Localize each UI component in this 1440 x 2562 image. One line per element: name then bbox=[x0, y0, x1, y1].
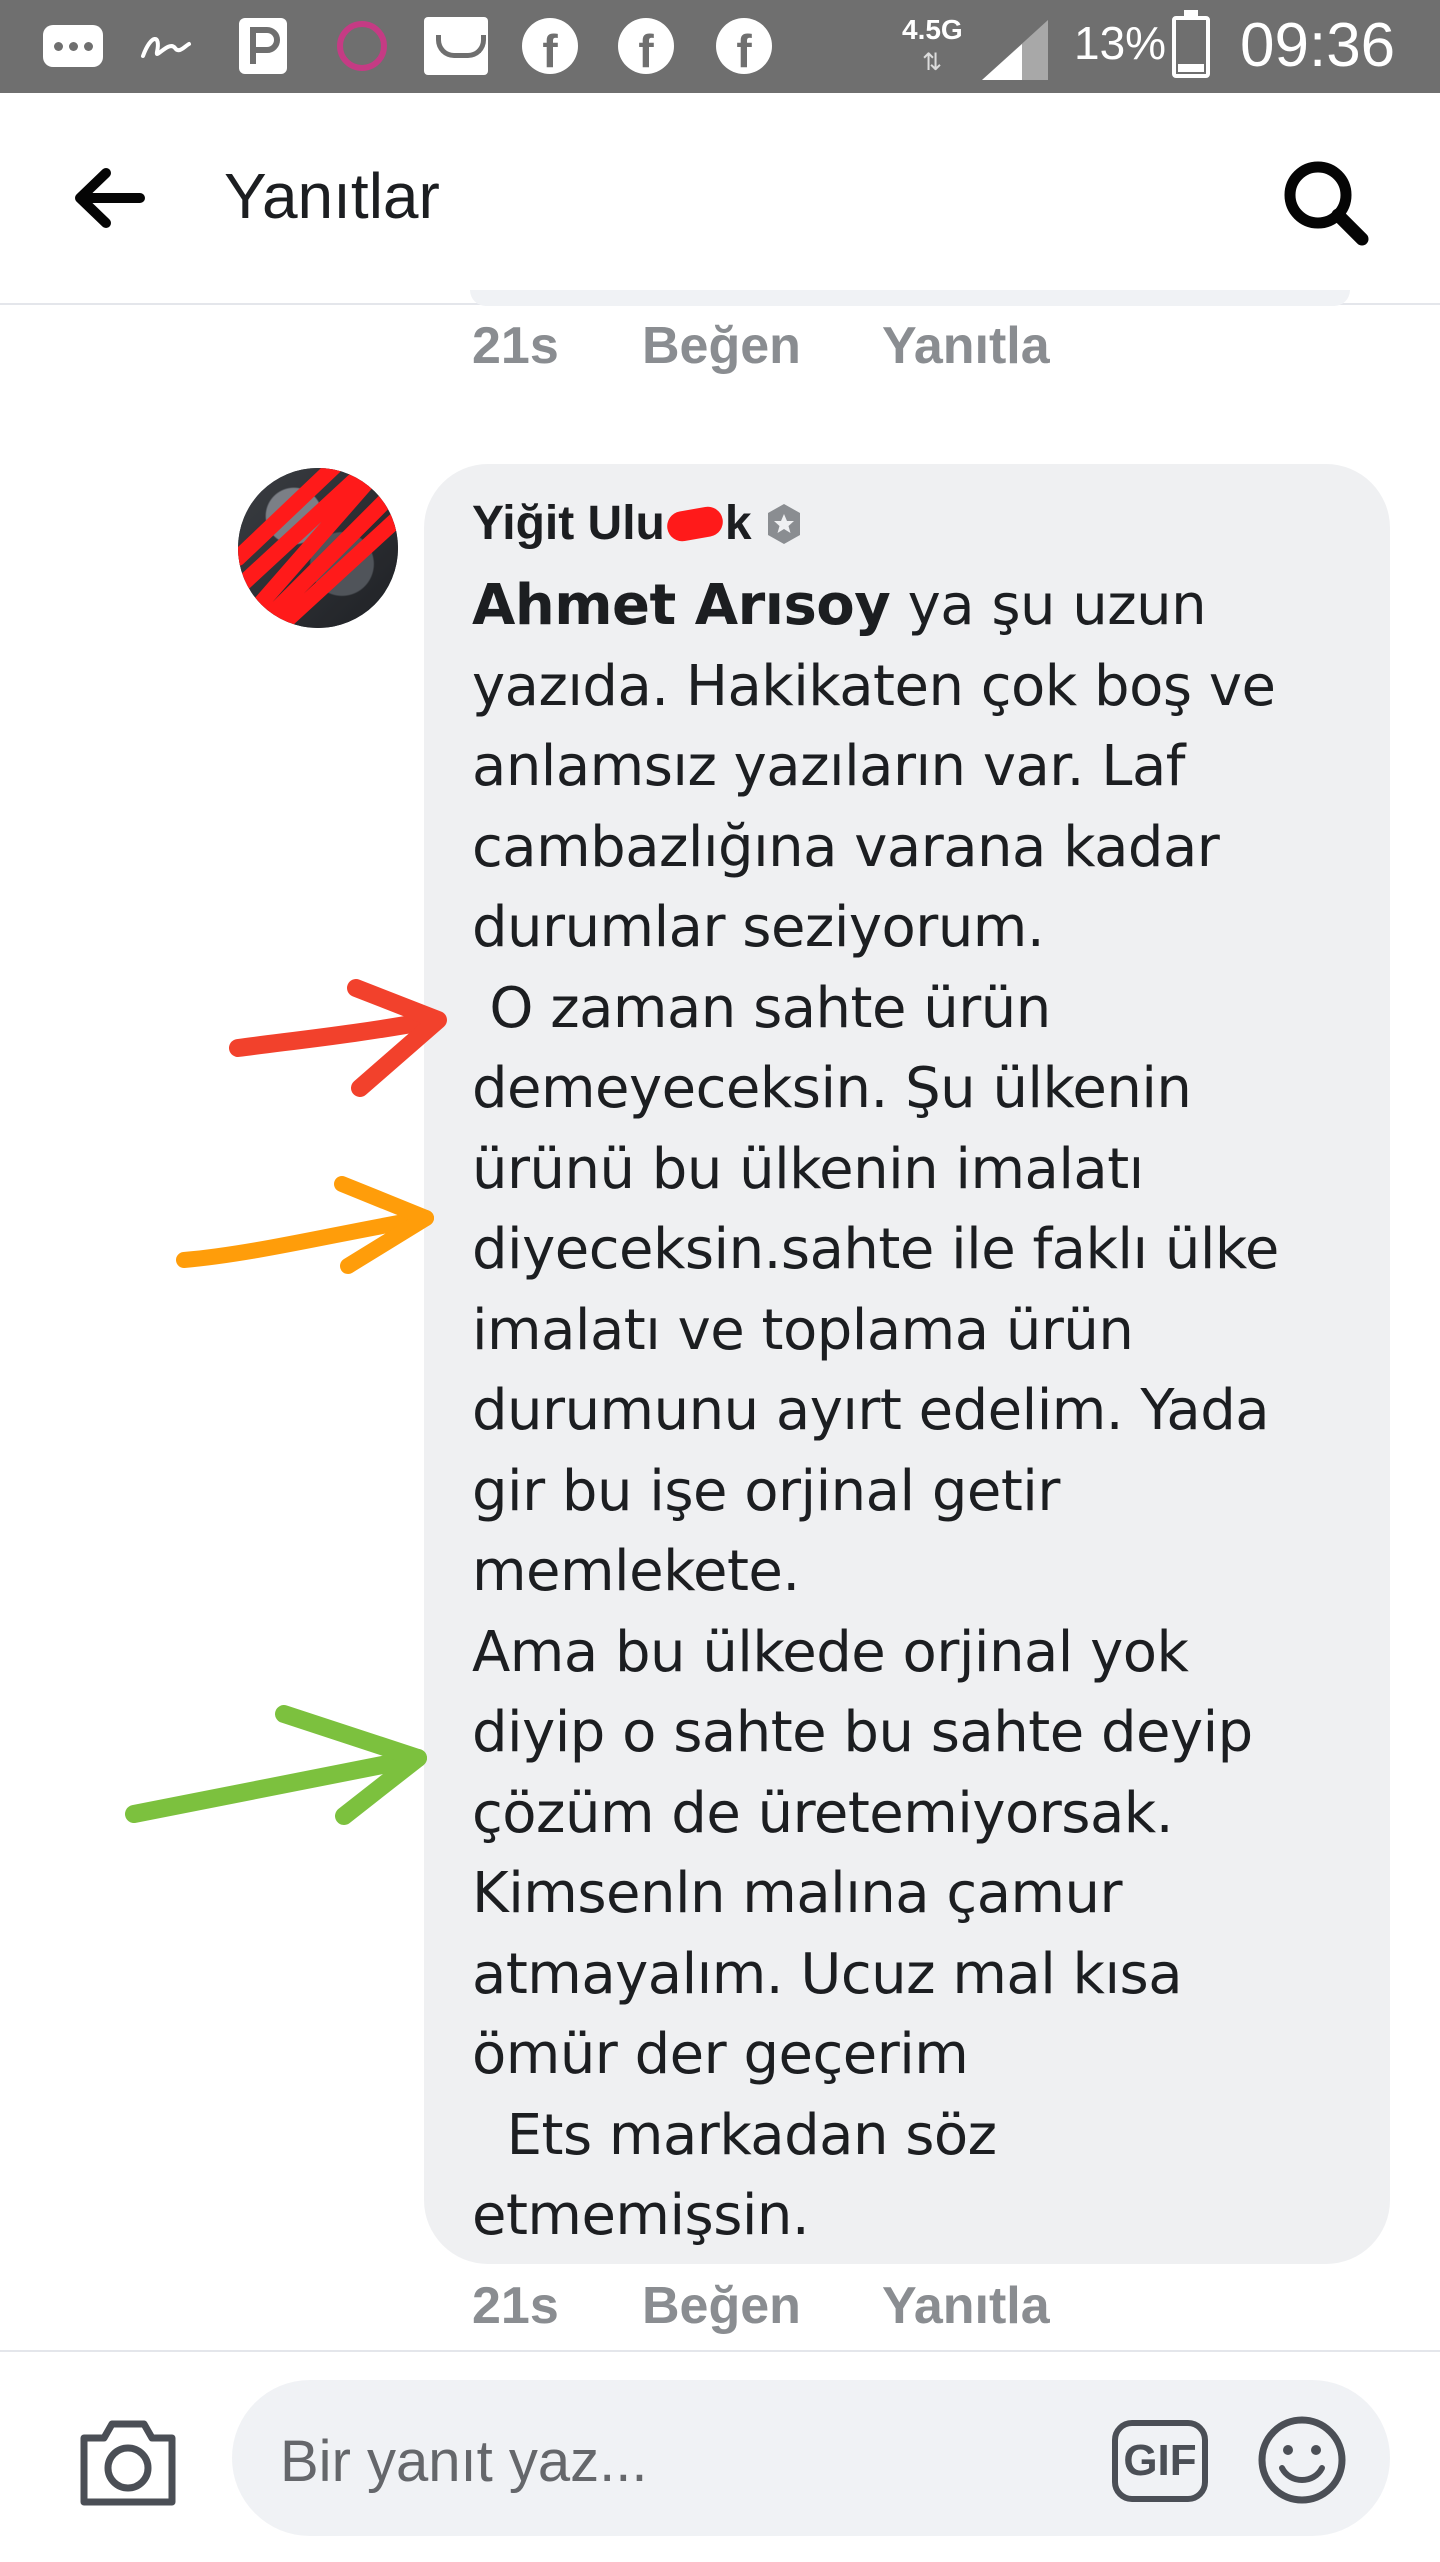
p-app-icon bbox=[234, 18, 292, 74]
red-arrow-annotation bbox=[229, 979, 447, 1097]
gif-button[interactable]: GIF bbox=[1112, 2420, 1208, 2502]
like-button[interactable]: Beğen bbox=[642, 2276, 882, 2336]
reply-button[interactable]: Yanıtla bbox=[882, 2276, 1050, 2336]
comment-text: Ahmet Arısoy ya şu uzun yazıda. Hakikate… bbox=[472, 573, 1279, 2248]
verified-badge-icon bbox=[767, 503, 800, 544]
status-bar: f f f 4.5G ⇅ 13% 09:36 bbox=[0, 0, 1440, 93]
green-arrow-annotation bbox=[125, 1705, 427, 1825]
reply-placeholder: Bir yanıt yaz... bbox=[280, 2429, 648, 2494]
facebook-icon: f bbox=[616, 18, 676, 74]
mention-link[interactable]: Ahmet Arısoy bbox=[472, 573, 891, 638]
reply-timestamp: 21s bbox=[472, 317, 559, 375]
inbox-icon bbox=[422, 17, 490, 75]
orange-arrow-annotation bbox=[176, 1176, 434, 1274]
emoji-icon[interactable] bbox=[1256, 2414, 1348, 2506]
facebook-icon: f bbox=[520, 18, 580, 74]
facebook-icon: f bbox=[714, 18, 774, 74]
comment-author[interactable]: Yiğit Ulu k bbox=[472, 496, 806, 551]
previous-reply-bubble bbox=[470, 290, 1350, 306]
battery-icon bbox=[1172, 10, 1210, 78]
app-header: Yanıtlar bbox=[0, 93, 1440, 305]
clock: 09:36 bbox=[1240, 11, 1396, 80]
redaction-scribble bbox=[238, 468, 398, 628]
battery-percent: 13% bbox=[1074, 17, 1167, 69]
reply-input[interactable]: Bir yanıt yaz... GIF bbox=[232, 2380, 1390, 2536]
data-arrows-icon: ⇅ bbox=[922, 48, 943, 76]
redaction-mark bbox=[664, 503, 726, 544]
camera-icon[interactable] bbox=[76, 2414, 180, 2510]
previous-reply-actions: 21s Beğen Yanıtla bbox=[472, 316, 1050, 376]
circle-app-icon bbox=[330, 18, 394, 74]
like-button[interactable]: Beğen bbox=[642, 316, 882, 376]
reply-button[interactable]: Yanıtla bbox=[882, 316, 1050, 376]
comment-actions: 21s Beğen Yanıtla bbox=[472, 2276, 1050, 2336]
signal-icon bbox=[982, 20, 1048, 80]
page-title: Yanıtlar bbox=[224, 160, 440, 232]
comment-timestamp: 21s bbox=[472, 2277, 559, 2335]
search-icon[interactable] bbox=[1276, 153, 1376, 253]
back-arrow-icon[interactable] bbox=[70, 163, 150, 233]
reply-composer: Bir yanıt yaz... GIF bbox=[0, 2350, 1440, 2562]
avatar[interactable] bbox=[238, 468, 398, 628]
message-icon bbox=[40, 18, 106, 74]
signature-icon bbox=[136, 18, 196, 74]
network-type: 4.5G bbox=[902, 14, 963, 45]
